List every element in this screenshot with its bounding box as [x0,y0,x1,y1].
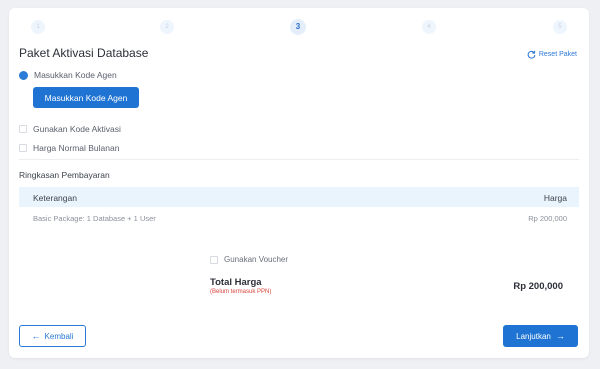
voucher-label: Gunakan Voucher [224,255,289,264]
section-divider [19,159,579,160]
continue-button-label: Lanjutkan [516,331,551,341]
step-3[interactable]: 3 [290,19,306,35]
refresh-icon [527,50,536,59]
activation-code-option[interactable]: Gunakan Kode Aktivasi [19,124,121,134]
arrow-right-icon: → [555,330,565,341]
page-title: Paket Aktivasi Database [19,46,149,60]
monthly-price-checkbox[interactable] [19,144,27,152]
back-button[interactable]: ← Kembali [19,325,86,347]
enter-agent-code-button[interactable]: Masukkan Kode Agen [33,87,139,108]
monthly-price-label: Harga Normal Bulanan [33,143,120,153]
total-value: Rp 200,000 [513,281,563,292]
summary-table-header: Keterangan Harga [19,187,579,207]
step-5[interactable]: 5 [553,20,567,34]
reset-package-button[interactable]: Reset Paket [527,50,577,59]
voucher-checkbox[interactable] [210,255,218,264]
activation-card: 1 2 3 4 5 Paket Aktivasi Database Reset … [9,8,589,358]
back-button-label: Kembali [44,331,74,341]
reset-package-label: Reset Paket [538,51,577,58]
activation-code-label: Gunakan Kode Aktivasi [33,124,121,134]
total-label: Total Harga [210,277,262,288]
arrow-left-icon: ← [31,330,41,341]
agent-code-option[interactable]: Masukkan Kode Agen [19,70,117,80]
row-description: Basic Package: 1 Database + 1 User [33,214,156,223]
step-4[interactable]: 4 [422,20,436,34]
activation-code-checkbox[interactable] [19,125,27,133]
row-price: Rp 200,000 [528,214,567,223]
step-2[interactable]: 2 [160,20,174,34]
stepper: 1 2 3 4 5 [9,8,589,48]
table-row: Basic Package: 1 Database + 1 User Rp 20… [19,209,579,227]
agent-code-radio[interactable] [19,70,28,80]
voucher-option[interactable]: Gunakan Voucher [210,255,288,264]
column-header-description: Keterangan [33,193,77,203]
total-tax-note: (Belum termasuk PPN) [210,289,272,295]
step-1[interactable]: 1 [31,20,45,34]
monthly-price-option[interactable]: Harga Normal Bulanan [19,143,119,153]
payment-summary-title: Ringkasan Pembayaran [19,170,110,180]
continue-button[interactable]: Lanjutkan → [503,325,578,347]
agent-code-option-label: Masukkan Kode Agen [34,70,117,80]
column-header-price: Harga [543,193,567,203]
